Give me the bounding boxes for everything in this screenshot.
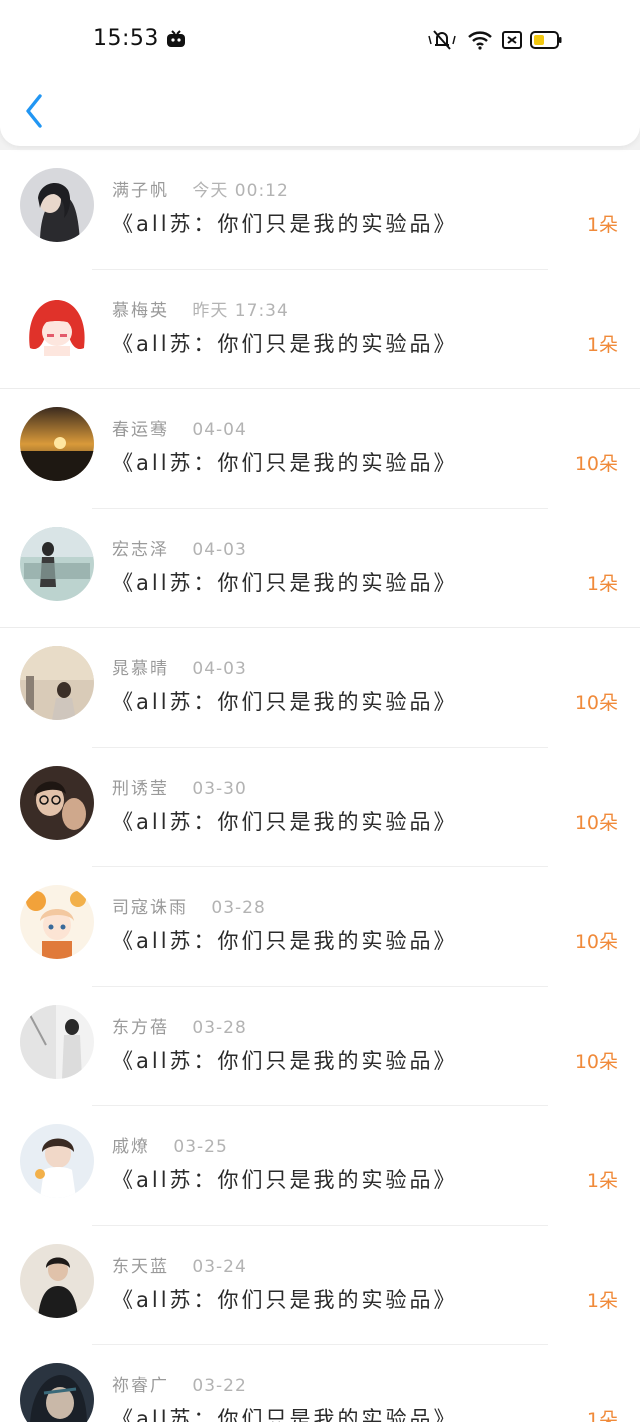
list-item[interactable]: 满子帆 今天 00:12 《all苏：你们只是我的实验品》 1朵	[0, 150, 640, 270]
item-meta: 祢睿广 03-22	[112, 1371, 247, 1396]
item-meta: 刑诱莹 03-30	[112, 774, 247, 799]
app-tv-icon	[167, 30, 185, 47]
item-title: 《all苏：你们只是我的实验品》	[112, 1287, 458, 1312]
item-meta: 晁慕晴 04-03	[112, 654, 247, 679]
item-date: 03-28	[192, 1017, 247, 1038]
flower-count: 1朵	[586, 572, 618, 595]
avatar[interactable]	[20, 1124, 94, 1198]
user-name[interactable]: 戚燎	[112, 1137, 150, 1157]
user-name[interactable]: 司寇诛雨	[112, 898, 188, 918]
status-time: 15:53	[93, 26, 159, 51]
item-title: 《all苏：你们只是我的实验品》	[112, 929, 458, 953]
item-meta: 满子帆 今天 00:12	[112, 176, 289, 201]
flower-count: 10朵	[574, 692, 618, 714]
item-date: 03-22	[192, 1376, 247, 1396]
list-item[interactable]: 东天蓝 03-24 《all苏：你们只是我的实验品》 1朵	[0, 1226, 640, 1345]
flower-count: 10朵	[574, 811, 618, 834]
item-meta: 春运骞 04-04	[112, 415, 247, 440]
user-name[interactable]: 慕梅英	[112, 301, 169, 321]
sim-icon	[502, 31, 522, 49]
avatar[interactable]	[20, 168, 94, 242]
item-meta: 慕梅英 昨天 17:34	[112, 296, 289, 321]
list-item[interactable]: 东方蓓 03-28 《all苏：你们只是我的实验品》 10朵	[0, 987, 640, 1106]
list-item[interactable]: 慕梅英 昨天 17:34 《all苏：你们只是我的实验品》 1朵	[0, 270, 640, 389]
avatar[interactable]	[20, 407, 94, 481]
item-title: 《all苏：你们只是我的实验品》	[112, 1048, 458, 1073]
list-item[interactable]: 宏志泽 04-03 《all苏：你们只是我的实验品》 1朵	[0, 509, 640, 628]
list-item[interactable]: 司寇诛雨 03-28 《all苏：你们只是我的实验品》 10朵	[0, 867, 640, 987]
mute-bell-icon	[428, 30, 456, 50]
list-item[interactable]: 戚燎 03-25 《all苏：你们只是我的实验品》 1朵	[0, 1106, 640, 1226]
item-title: 《all苏：你们只是我的实验品》	[112, 212, 458, 236]
item-date: 昨天 17:34	[192, 300, 289, 321]
list-item[interactable]: 祢睿广 03-22 《all苏：你们只是我的实验品》 1朵	[0, 1345, 640, 1422]
item-title: 《all苏：你们只是我的实验品》	[112, 570, 458, 595]
user-name[interactable]: 春运骞	[112, 420, 169, 440]
battery-icon	[530, 31, 562, 49]
flower-count: 10朵	[574, 453, 618, 475]
flower-count: 1朵	[586, 1409, 618, 1422]
avatar[interactable]	[20, 526, 94, 601]
item-meta: 宏志泽 04-03	[112, 535, 247, 560]
avatar[interactable]	[20, 646, 94, 720]
item-title: 《all苏：你们只是我的实验品》	[112, 1407, 458, 1422]
item-title: 《all苏：你们只是我的实验品》	[112, 809, 458, 834]
wifi-icon	[468, 31, 492, 50]
list-item[interactable]: 春运骞 04-04 《all苏：你们只是我的实验品》 10朵	[0, 389, 640, 509]
user-name[interactable]: 宏志泽	[112, 540, 169, 560]
avatar[interactable]	[20, 287, 94, 362]
item-meta: 戚燎 03-25	[112, 1132, 228, 1157]
item-title: 《all苏：你们只是我的实验品》	[112, 690, 458, 714]
back-button[interactable]	[22, 92, 50, 130]
gift-list: 满子帆 今天 00:12 《all苏：你们只是我的实验品》 1朵 慕梅英 昨天 …	[0, 150, 640, 1422]
item-meta: 东方蓓 03-28	[112, 1013, 247, 1038]
item-date: 03-28	[211, 898, 266, 918]
avatar[interactable]	[20, 1004, 94, 1079]
user-name[interactable]: 晁慕晴	[112, 659, 169, 679]
avatar[interactable]	[20, 1243, 94, 1318]
item-title: 《all苏：你们只是我的实验品》	[112, 451, 458, 475]
item-date: 04-04	[192, 420, 247, 440]
user-name[interactable]: 刑诱莹	[112, 779, 169, 799]
item-date: 03-30	[192, 778, 247, 799]
user-name[interactable]: 东天蓝	[112, 1257, 169, 1277]
item-title: 《all苏：你们只是我的实验品》	[112, 1168, 458, 1192]
item-meta: 东天蓝 03-24	[112, 1252, 247, 1277]
flower-count: 1朵	[586, 214, 618, 236]
flower-count: 1朵	[586, 333, 618, 356]
user-name[interactable]: 满子帆	[112, 181, 169, 201]
item-meta: 司寇诛雨 03-28	[112, 893, 266, 918]
flower-count: 10朵	[574, 931, 618, 953]
flower-count: 10朵	[574, 1050, 618, 1073]
item-date: 04-03	[192, 539, 247, 560]
list-item[interactable]: 刑诱莹 03-30 《all苏：你们只是我的实验品》 10朵	[0, 748, 640, 867]
avatar[interactable]	[20, 765, 94, 840]
avatar[interactable]	[20, 1363, 94, 1422]
flower-count: 1朵	[586, 1170, 618, 1192]
item-title: 《all苏：你们只是我的实验品》	[112, 331, 458, 356]
user-name[interactable]: 东方蓓	[112, 1018, 169, 1038]
avatar[interactable]	[20, 885, 94, 959]
user-name[interactable]: 祢睿广	[112, 1376, 169, 1396]
flower-count: 1朵	[586, 1289, 618, 1312]
header-bar: 15:53	[0, 0, 640, 146]
item-date: 03-24	[192, 1256, 247, 1277]
list-item[interactable]: 晁慕晴 04-03 《all苏：你们只是我的实验品》 10朵	[0, 628, 640, 748]
item-date: 04-03	[192, 659, 247, 679]
item-date: 03-25	[173, 1137, 228, 1157]
item-date: 今天 00:12	[192, 181, 289, 201]
